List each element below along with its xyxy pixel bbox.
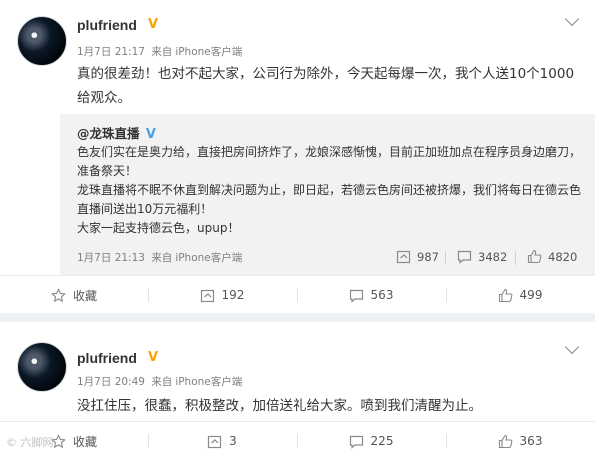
verified-badge-icon: V xyxy=(148,350,159,365)
forward-icon xyxy=(207,434,222,449)
repost-paragraph: 色友们实在是奥力给，直接把房间挤炸了，龙娘深感惭愧，目前正加班加点在程序员身边磨… xyxy=(77,145,582,178)
feed-separator xyxy=(0,313,595,322)
comment-icon xyxy=(457,249,472,264)
forward-count: 987 xyxy=(417,249,439,264)
post-meta: 1月7日 20:49 来自 iPhone客户端 xyxy=(77,374,245,389)
thumbs-up-icon xyxy=(498,288,513,303)
post-text: 没扛住压，很蠢，积极整改，加倍送礼给大家。喷到我们清醒为止。 xyxy=(77,398,482,414)
like-button[interactable]: 363 xyxy=(446,422,594,460)
weibo-post-1: plufriend V 1月7日 21:17 来自 iPhone客户端 真的很差劲… xyxy=(0,0,595,313)
star-icon xyxy=(51,288,66,303)
comment-count: 225 xyxy=(370,434,394,448)
repost-paragraph: 龙珠直播将不眠不休直到解决问题为止，即日起，若德云色房间还被挤爆，我们将每日在德… xyxy=(77,183,582,216)
like-count: 363 xyxy=(519,434,543,448)
favorite-label: 收藏 xyxy=(72,288,97,303)
like-count: 499 xyxy=(519,288,543,302)
verified-badge-icon: V xyxy=(145,127,156,142)
avatar[interactable] xyxy=(17,342,67,392)
action-bar: 收藏 3 225 363 xyxy=(0,421,595,460)
post-source[interactable]: iPhone客户端 xyxy=(175,46,242,58)
repost-text: 色友们实在是奥力给，直接把房间挤炸了，龙娘深感惭愧，目前正加班加点在程序员身边磨… xyxy=(77,143,582,238)
source-prefix: 来自 xyxy=(151,252,173,264)
comment-button[interactable]: 225 xyxy=(297,422,445,460)
repost-time[interactable]: 1月7日 21:13 xyxy=(77,252,145,264)
post-time[interactable]: 1月7日 21:17 xyxy=(77,46,145,58)
favorite-button[interactable]: 收藏 xyxy=(0,276,148,314)
comment-icon xyxy=(349,434,364,449)
thumbs-up-icon xyxy=(498,434,513,449)
verified-badge-icon: V xyxy=(148,17,159,32)
post-time[interactable]: 1月7日 20:49 xyxy=(77,376,145,388)
avatar[interactable] xyxy=(17,16,67,66)
forward-count: 192 xyxy=(221,288,245,302)
post-text: 真的很差劲！也对不起大家，公司行为除外，今天起每爆一次，我个人送10个1000给… xyxy=(77,66,575,106)
post-meta: 1月7日 21:17 来自 iPhone客户端 xyxy=(77,44,245,59)
action-bar: 收藏 192 563 499 xyxy=(0,275,595,314)
chevron-down-icon[interactable] xyxy=(564,11,580,27)
comment-count: 563 xyxy=(370,288,394,302)
repost-forward-count[interactable]: 987 xyxy=(396,249,439,264)
weibo-post-2: plufriend V 1月7日 20:49 来自 iPhone客户端 没扛住压，… xyxy=(0,322,595,456)
comment-button[interactable]: 563 xyxy=(297,276,445,314)
like-button[interactable]: 499 xyxy=(446,276,594,314)
username[interactable]: plufriend xyxy=(77,350,137,366)
repost-block[interactable]: @龙珠直播 V 色友们实在是奥力给，直接把房间挤炸了，龙娘深感惭愧，目前正加班加… xyxy=(60,114,595,275)
like-count: 4820 xyxy=(548,249,578,264)
divider xyxy=(515,251,516,265)
repost-paragraph: 大家一起支持德云色，upup！ xyxy=(77,221,240,235)
comment-icon xyxy=(349,288,364,303)
repost-username[interactable]: @龙珠直播 V xyxy=(77,123,156,142)
chevron-down-icon[interactable] xyxy=(564,339,580,355)
repost-comment-count[interactable]: 3482 xyxy=(457,249,507,264)
forward-button[interactable]: 192 xyxy=(148,276,296,314)
forward-icon xyxy=(396,249,411,264)
repost-meta: 1月7日 21:13 来自 iPhone客户端 xyxy=(77,250,245,265)
repost-like-count[interactable]: 4820 xyxy=(527,249,577,264)
thumbs-up-icon xyxy=(527,249,542,264)
forward-button[interactable]: 3 xyxy=(148,422,296,460)
post-source[interactable]: iPhone客户端 xyxy=(175,376,242,388)
watermark: © 六脚网 xyxy=(6,436,54,449)
source-prefix: 来自 xyxy=(151,376,173,388)
username[interactable]: plufriend xyxy=(77,17,137,33)
repost-source[interactable]: iPhone客户端 xyxy=(175,252,242,264)
favorite-label: 收藏 xyxy=(72,434,97,449)
repost-username-text[interactable]: @龙珠直播 xyxy=(77,126,140,141)
forward-count: 3 xyxy=(229,434,237,448)
source-prefix: 来自 xyxy=(151,46,173,58)
forward-icon xyxy=(200,288,215,303)
divider xyxy=(445,251,446,265)
comment-count: 3482 xyxy=(478,249,508,264)
